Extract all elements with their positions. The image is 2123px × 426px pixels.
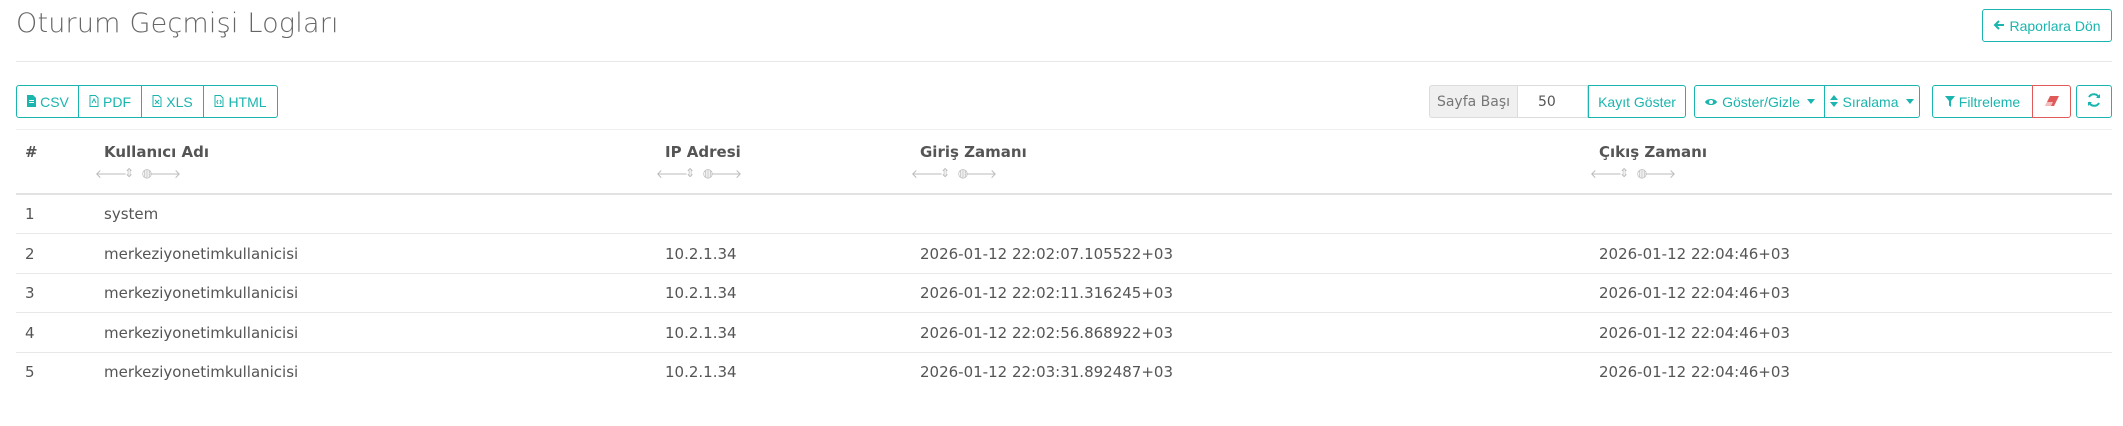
eye-icon [1704, 94, 1718, 110]
row-logout-time: 2026-01-12 22:04:46+03 [1599, 245, 1790, 263]
title-divider [16, 61, 2112, 62]
row-username: system [104, 205, 159, 223]
table-row: 1 system [16, 194, 2112, 234]
eraser-icon [2044, 94, 2060, 110]
export-pdf-label: PDF [103, 93, 131, 110]
sorting-label: Sıralama [1842, 93, 1899, 110]
export-csv-button[interactable]: CSV [16, 85, 79, 118]
row-logout-time: 2026-01-12 22:04:46+03 [1599, 284, 1790, 302]
row-ip: 10.2.1.34 [665, 363, 737, 381]
page-size-label: Sayfa Başı [1429, 85, 1517, 118]
table-row: 5 merkeziyonetimkullanicisi 10.2.1.34 20… [16, 352, 2112, 392]
file-excel-icon [152, 94, 162, 110]
row-username: merkeziyonetimkullanicisi [104, 284, 299, 302]
sorting-dropdown[interactable]: Sıralama [1824, 85, 1920, 118]
chevron-down-icon [1905, 99, 1914, 104]
row-index: 5 [25, 363, 35, 381]
show-hide-label: Göster/Gizle [1722, 93, 1800, 110]
arrow-right-icon[interactable]: 🡒 [1644, 166, 1676, 181]
export-pdf-button[interactable]: PDF [78, 85, 142, 118]
arrow-right-icon[interactable]: 🡒 [965, 166, 997, 181]
refresh-button[interactable] [2076, 85, 2112, 118]
row-username: merkeziyonetimkullanicisi [104, 324, 299, 342]
column-header-login-time: Giriş Zamanı [920, 143, 1027, 161]
row-index: 4 [25, 324, 35, 342]
clear-filter-button[interactable] [2032, 85, 2071, 118]
arrow-left-icon[interactable]: 🡐 [95, 166, 127, 181]
row-ip: 10.2.1.34 [665, 324, 737, 342]
table-row: 4 merkeziyonetimkullanicisi 10.2.1.34 20… [16, 313, 2112, 353]
back-to-reports-button[interactable]: Raporlara Dön [1982, 9, 2112, 42]
row-index: 3 [25, 284, 35, 302]
column-header-logout-time: Çıkış Zamanı [1599, 143, 1707, 161]
row-index: 2 [25, 245, 35, 263]
arrow-left-icon[interactable]: 🡐 [1590, 166, 1622, 181]
export-xls-label: XLS [166, 93, 193, 110]
row-login-time: 2026-01-12 22:02:56.868922+03 [920, 324, 1173, 342]
column-header-username: Kullanıcı Adı [104, 143, 210, 161]
export-xls-button[interactable]: XLS [141, 85, 204, 118]
file-csv-icon [26, 94, 37, 110]
export-csv-label: CSV [40, 93, 69, 110]
filter-icon [1944, 94, 1955, 110]
row-logout-time: 2026-01-12 22:04:46+03 [1599, 363, 1790, 381]
sort-icon [1830, 94, 1839, 110]
arrow-right-icon[interactable]: 🡒 [710, 166, 742, 181]
column-header-ip: IP Adresi [665, 143, 741, 161]
arrow-left-icon [1993, 18, 2005, 34]
column-tools-ip: 🡐 ⇕ ◍ 🡒 [656, 166, 742, 181]
filter-button[interactable]: Filtreleme [1932, 85, 2033, 118]
row-login-time: 2026-01-12 22:02:07.105522+03 [920, 245, 1173, 263]
row-ip: 10.2.1.34 [665, 245, 737, 263]
row-logout-time: 2026-01-12 22:04:46+03 [1599, 324, 1790, 342]
chevron-down-icon [1806, 99, 1815, 104]
row-username: merkeziyonetimkullanicisi [104, 245, 299, 263]
column-tools-username: 🡐 ⇕ ◍ 🡒 [95, 166, 181, 181]
show-records-button[interactable]: Kayıt Göster [1588, 85, 1686, 118]
file-pdf-icon [89, 94, 99, 110]
arrow-left-icon[interactable]: 🡐 [656, 166, 688, 181]
table-row: 2 merkeziyonetimkullanicisi 10.2.1.34 20… [16, 234, 2112, 274]
column-tools-login-time: 🡐 ⇕ ◍ 🡒 [911, 166, 997, 181]
sort-icon[interactable]: ⇕ [122, 166, 136, 181]
column-tools-logout-time: 🡐 ⇕ ◍ 🡒 [1590, 166, 1676, 181]
arrow-left-icon[interactable]: 🡐 [911, 166, 943, 181]
toolbar-divider [16, 129, 2112, 130]
row-ip: 10.2.1.34 [665, 284, 737, 302]
row-login-time: 2026-01-12 22:02:11.316245+03 [920, 284, 1173, 302]
sort-icon[interactable]: ⇕ [938, 166, 952, 181]
row-index: 1 [25, 205, 35, 223]
sort-icon[interactable]: ⇕ [1617, 166, 1631, 181]
export-html-button[interactable]: HTML [203, 85, 278, 118]
arrow-right-icon[interactable]: 🡒 [149, 166, 181, 181]
column-header-index: # [25, 143, 38, 161]
sort-icon[interactable]: ⇕ [683, 166, 697, 181]
row-login-time: 2026-01-12 22:03:31.892487+03 [920, 363, 1173, 381]
refresh-icon [2087, 93, 2101, 110]
table-row: 3 merkeziyonetimkullanicisi 10.2.1.34 20… [16, 273, 2112, 313]
show-hide-dropdown[interactable]: Göster/Gizle [1694, 85, 1825, 118]
back-button-label: Raporlara Dön [2009, 17, 2101, 34]
page-size-input[interactable] [1517, 85, 1588, 118]
filter-label: Filtreleme [1958, 93, 2021, 110]
row-username: merkeziyonetimkullanicisi [104, 363, 299, 381]
file-code-icon [214, 94, 224, 110]
show-records-label: Kayıt Göster [1598, 93, 1676, 110]
page-title: Oturum Geçmişi Logları [16, 8, 339, 39]
export-html-label: HTML [228, 93, 267, 110]
